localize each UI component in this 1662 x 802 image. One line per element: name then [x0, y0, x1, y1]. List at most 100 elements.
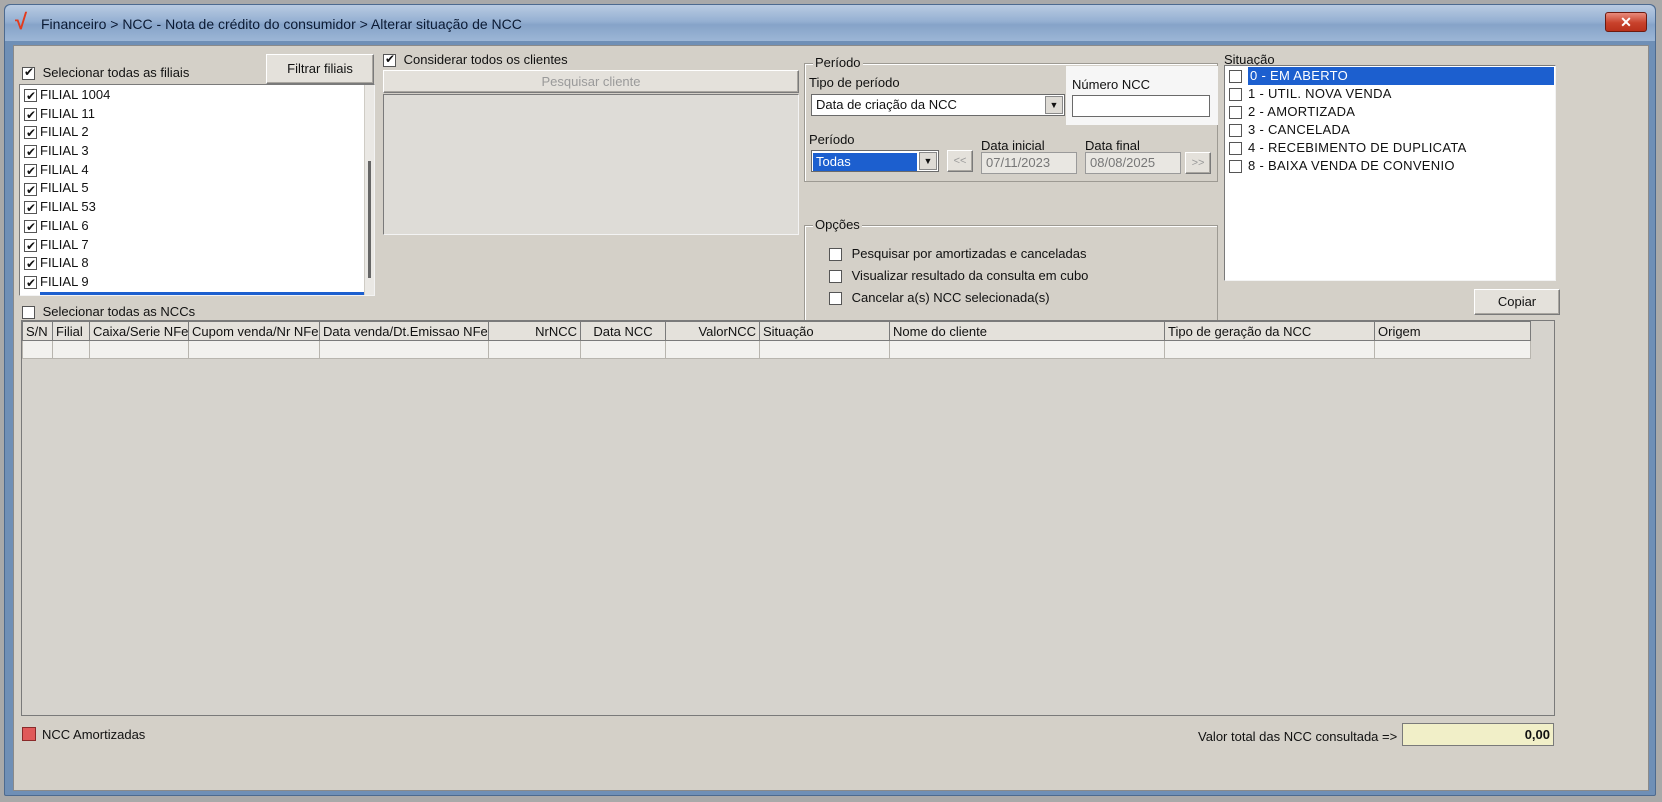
table-cell[interactable] — [889, 340, 1165, 359]
filiais-scrollbar[interactable] — [364, 85, 374, 295]
table-cell[interactable] — [1374, 340, 1531, 359]
opcao-visualizar-cubo-checkbox[interactable] — [829, 270, 842, 284]
copiar-button[interactable]: Copiar — [1474, 289, 1560, 315]
situacao-checkbox[interactable] — [1229, 70, 1242, 84]
table-cell[interactable] — [488, 340, 581, 359]
table-cell[interactable] — [22, 340, 53, 359]
filial-item[interactable]: FILIAL 9 — [20, 273, 374, 293]
filial-item[interactable]: FILIAL 53 — [20, 198, 374, 218]
ncc-amortizadas-legend-swatch — [22, 727, 36, 741]
filial-item[interactable]: FILIAL 3 — [20, 142, 374, 162]
select-all-nccs-checkbox[interactable] — [22, 306, 35, 320]
filtrar-filiais-button[interactable]: Filtrar filiais — [266, 54, 374, 84]
filial-checkbox[interactable] — [24, 274, 37, 293]
filial-label: FILIAL 3 — [40, 143, 89, 159]
situacao-item[interactable]: 1 - UTIL. NOVA VENDA — [1225, 85, 1555, 103]
table-cell[interactable] — [319, 340, 489, 359]
chevron-down-icon[interactable]: ▼ — [1045, 96, 1063, 114]
filial-label: FILIAL 8 — [40, 255, 89, 271]
filial-checkbox[interactable] — [24, 106, 37, 124]
column-header[interactable]: Origem — [1374, 321, 1531, 341]
column-header[interactable]: Caixa/Serie NFe — [89, 321, 189, 341]
column-header[interactable]: ValorNCC — [665, 321, 760, 341]
filial-item[interactable]: FILIAL 5 — [20, 179, 374, 199]
opcao-visualizar-cubo[interactable]: Visualizar resultado da consulta em cubo — [829, 268, 1088, 284]
table-cell[interactable] — [759, 340, 890, 359]
opcao-cancelar-ncc-label: Cancelar a(s) NCC selecionada(s) — [851, 290, 1050, 305]
periodo-select[interactable]: Todas ▼ — [811, 150, 939, 172]
situacao-checkbox[interactable] — [1229, 88, 1242, 102]
situacao-checkbox[interactable] — [1229, 124, 1242, 138]
data-inicial-field[interactable]: 07/11/2023 — [981, 152, 1077, 174]
select-all-filiais[interactable]: Selecionar todas as filiais — [22, 65, 189, 81]
column-header[interactable]: Filial — [52, 321, 90, 341]
numero-ncc-input[interactable] — [1072, 95, 1210, 117]
situacao-item[interactable]: 2 - AMORTIZADA — [1225, 103, 1555, 121]
column-header[interactable]: Data NCC — [580, 321, 666, 341]
column-header[interactable]: S/N — [22, 321, 53, 341]
table-cell[interactable] — [580, 340, 666, 359]
situacao-checkbox[interactable] — [1229, 142, 1242, 156]
filial-item[interactable]: FILIAL 999 — [20, 291, 374, 295]
filial-item[interactable]: FILIAL 1004 — [20, 86, 374, 106]
filial-item[interactable]: FILIAL 6 — [20, 217, 374, 237]
filial-item[interactable]: FILIAL 4 — [20, 161, 374, 181]
considerar-todos-clientes[interactable]: Considerar todos os clientes — [383, 52, 568, 68]
tipo-periodo-select[interactable]: Data de criação da NCC ▼ — [811, 94, 1065, 116]
opcao-cancelar-ncc[interactable]: Cancelar a(s) NCC selecionada(s) — [829, 290, 1050, 306]
prev-period-button[interactable]: << — [947, 150, 973, 172]
considerar-todos-clientes-label: Considerar todos os clientes — [403, 52, 568, 67]
filial-checkbox[interactable] — [24, 293, 37, 295]
opcao-pesquisar-amortizadas-checkbox[interactable] — [829, 248, 842, 262]
opcao-pesquisar-amortizadas[interactable]: Pesquisar por amortizadas e canceladas — [829, 246, 1086, 262]
window-title: Financeiro > NCC - Nota de crédito do co… — [41, 16, 522, 32]
table-cell[interactable] — [52, 340, 90, 359]
filial-checkbox[interactable] — [24, 255, 37, 274]
situacao-item[interactable]: 3 - CANCELADA — [1225, 121, 1555, 139]
filial-checkbox[interactable] — [24, 237, 37, 255]
situacao-item[interactable]: 8 - BAIXA VENDA DE CONVENIO — [1225, 157, 1555, 175]
filial-checkbox[interactable] — [24, 162, 37, 181]
situacao-item[interactable]: 4 - RECEBIMENTO DE DUPLICATA — [1225, 139, 1555, 157]
filial-checkbox[interactable] — [24, 199, 37, 218]
column-header[interactable]: Tipo de geração da NCC — [1164, 321, 1375, 341]
select-all-nccs[interactable]: Selecionar todas as NCCs — [22, 304, 195, 320]
column-header[interactable]: NrNCC — [488, 321, 581, 341]
table-cell[interactable] — [665, 340, 760, 359]
filiais-list[interactable]: FILIAL 1004 FILIAL 11 FILIAL 2 FILIAL 3 FILI… — [19, 84, 375, 296]
situacao-item[interactable]: 0 - EM ABERTO — [1225, 67, 1555, 85]
pesquisar-cliente-button[interactable]: Pesquisar cliente — [383, 70, 799, 93]
filial-item[interactable]: FILIAL 7 — [20, 236, 374, 255]
filial-checkbox[interactable] — [24, 181, 37, 199]
filial-checkbox[interactable] — [24, 143, 37, 162]
clientes-list[interactable] — [383, 94, 799, 235]
column-header[interactable]: Cupom venda/Nr NFe — [188, 321, 320, 341]
situacao-checkbox[interactable] — [1229, 106, 1242, 120]
filial-item[interactable]: FILIAL 2 — [20, 123, 374, 143]
next-period-button[interactable]: >> — [1185, 152, 1211, 174]
close-button[interactable]: ✕ — [1605, 12, 1647, 32]
column-header[interactable]: Nome do cliente — [889, 321, 1165, 341]
filial-item[interactable]: FILIAL 11 — [20, 105, 374, 124]
situacao-checkbox[interactable] — [1229, 160, 1242, 174]
situacao-list[interactable]: 0 - EM ABERTO 1 - UTIL. NOVA VENDA 2 - AMO… — [1224, 65, 1556, 281]
filial-checkbox[interactable] — [24, 218, 37, 237]
filiais-scrollbar-thumb[interactable] — [368, 161, 371, 278]
considerar-todos-clientes-checkbox[interactable] — [383, 52, 396, 68]
data-final-field[interactable]: 08/08/2025 — [1085, 152, 1181, 174]
table-cell[interactable] — [89, 340, 189, 359]
table-cell[interactable] — [188, 340, 320, 359]
chevron-down-icon[interactable]: ▼ — [919, 152, 937, 170]
client-area: Selecionar todas as filiais Filtrar fili… — [13, 45, 1649, 791]
table-row[interactable] — [22, 340, 1531, 359]
filial-checkbox[interactable] — [24, 124, 37, 143]
ncc-grid[interactable]: S/N Filial Caixa/Serie NFe Cupom venda/Nr N… — [21, 320, 1555, 716]
filial-label: FILIAL 5 — [40, 180, 89, 196]
filial-item[interactable]: FILIAL 8 — [20, 254, 374, 274]
column-header[interactable]: Situação — [759, 321, 890, 341]
filial-checkbox[interactable] — [24, 87, 37, 106]
column-header[interactable]: Data venda/Dt.Emissao NFe — [319, 321, 489, 341]
table-cell[interactable] — [1164, 340, 1375, 359]
select-all-filiais-checkbox[interactable] — [22, 65, 35, 81]
opcao-cancelar-ncc-checkbox[interactable] — [829, 292, 842, 306]
